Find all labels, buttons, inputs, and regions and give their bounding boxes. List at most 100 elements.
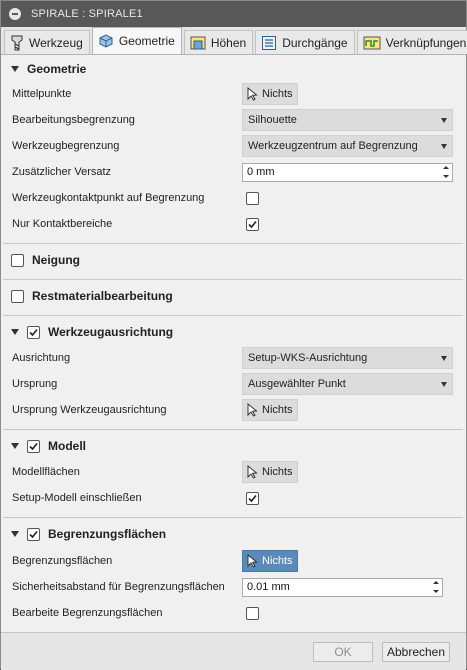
- section-geometrie-title: Geometrie: [27, 62, 87, 76]
- section-begrenzungsflaechen-title: Begrenzungsflächen: [48, 527, 167, 541]
- row-ausrichtung: Ausrichtung Setup-WKS-Ausrichtung: [1, 346, 466, 370]
- checkmark-icon: [29, 530, 38, 538]
- mittelpunkte-label: Mittelpunkte: [12, 88, 72, 100]
- checkmark-icon: [248, 220, 257, 228]
- sicherheitsabstand-value: 0.01 mm: [247, 581, 290, 593]
- separator: [3, 517, 463, 518]
- tab-werkzeug[interactable]: Werkzeug: [4, 30, 90, 54]
- neigung-checkbox[interactable]: [11, 253, 24, 267]
- kontaktpunkt-label: Werkzeugkontaktpunkt auf Begrenzung: [12, 192, 205, 204]
- dialog-footer: OK Abbrechen: [1, 632, 466, 670]
- row-bearbeite: Bearbeite Begrenzungsflächen: [1, 601, 466, 625]
- separator: [3, 243, 463, 244]
- row-kontaktpunkt: Werkzeugkontaktpunkt auf Begrenzung: [1, 186, 466, 210]
- section-geometrie[interactable]: Geometrie: [1, 57, 466, 81]
- tab-verknuepfungen[interactable]: Verknüpfungen: [356, 30, 467, 54]
- tab-durchgaenge-label: Durchgänge: [282, 35, 348, 50]
- row-begrenzungsflaechen: Begrenzungsflächen Nichts: [1, 549, 466, 573]
- checkmark-icon: [29, 442, 38, 450]
- bearbeite-checkbox[interactable]: [246, 606, 259, 620]
- dropdown-arrow-icon: [441, 382, 447, 387]
- begrenzungsflaechen-label: Begrenzungsflächen: [12, 555, 113, 567]
- werkzeugbegrenzung-value: Werkzeugzentrum auf Begrenzung: [248, 140, 418, 152]
- tab-durchgaenge[interactable]: Durchgänge: [255, 30, 355, 54]
- passes-icon: [262, 35, 277, 50]
- expand-triangle-icon[interactable]: [11, 531, 19, 537]
- window-title: SPIRALE : SPIRALE1: [31, 8, 143, 20]
- cancel-button[interactable]: Abbrechen: [382, 642, 450, 662]
- row-sicherheitsabstand: Sicherheitsabstand für Begrenzungsfläche…: [1, 575, 466, 599]
- kontaktpunkt-checkbox[interactable]: [246, 191, 259, 205]
- bearbeite-label: Bearbeite Begrenzungsflächen: [12, 607, 163, 619]
- tab-verknuepfungen-label: Verknüpfungen: [385, 35, 467, 50]
- sicherheitsabstand-field[interactable]: 0.01 mm: [242, 577, 443, 597]
- dialog-window: SPIRALE : SPIRALE1 Werkzeug Geometrie Hö…: [0, 0, 467, 670]
- separator: [3, 315, 463, 316]
- kontaktbereiche-checkbox[interactable]: [246, 217, 259, 231]
- ok-button[interactable]: OK: [313, 642, 373, 662]
- dropdown-arrow-icon: [441, 118, 447, 123]
- tab-geometrie[interactable]: Geometrie: [91, 27, 182, 54]
- begrenzungsflaechen-select-button[interactable]: Nichts: [242, 550, 298, 572]
- ursprung-ausrichtung-button-label: Nichts: [262, 404, 293, 416]
- bearbeitungsbegrenzung-dropdown[interactable]: Silhouette: [242, 109, 453, 131]
- spin-up-icon[interactable]: [443, 166, 449, 170]
- modellflaechen-label: Modellflächen: [12, 466, 80, 478]
- section-werkzeugausrichtung[interactable]: Werkzeugausrichtung: [1, 320, 466, 344]
- section-modell[interactable]: Modell: [1, 434, 466, 458]
- ausrichtung-dropdown[interactable]: Setup-WKS-Ausrichtung: [242, 347, 453, 369]
- ursprung-label: Ursprung: [12, 378, 58, 390]
- checkmark-icon: [29, 328, 38, 336]
- row-mittelpunkte: Mittelpunkte Nichts: [1, 82, 466, 106]
- spin-up-icon[interactable]: [433, 581, 439, 585]
- versatz-field[interactable]: 0 mm: [242, 162, 453, 182]
- cursor-arrow-icon: [247, 465, 258, 479]
- row-bearbeitungsbegrenzung: Bearbeitungsbegrenzung Silhouette: [1, 108, 466, 132]
- dropdown-arrow-icon: [441, 144, 447, 149]
- expand-triangle-icon[interactable]: [11, 66, 19, 72]
- tab-geometrie-label: Geometrie: [118, 34, 175, 48]
- mittelpunkte-select-button[interactable]: Nichts: [242, 83, 298, 105]
- modell-checkbox[interactable]: [27, 439, 40, 453]
- section-restmaterial[interactable]: Restmaterialbearbeitung: [1, 284, 466, 308]
- tool-icon: [11, 35, 23, 50]
- kontaktbereiche-label: Nur Kontaktbereiche: [12, 218, 113, 230]
- spinner[interactable]: [431, 579, 441, 596]
- ursprung-dropdown[interactable]: Ausgewählter Punkt: [242, 373, 453, 395]
- begrenzungsflaechen-button-label: Nichts: [262, 555, 293, 567]
- tab-bar: Werkzeug Geometrie Höhen Durchgänge Verk…: [1, 27, 467, 55]
- spin-down-icon[interactable]: [443, 174, 449, 178]
- row-versatz: Zusätzlicher Versatz 0 mm: [1, 160, 466, 184]
- begrenzungsflaechen-checkbox[interactable]: [27, 527, 40, 541]
- cursor-arrow-icon: [247, 87, 258, 101]
- section-begrenzungsflaechen[interactable]: Begrenzungsflächen: [1, 522, 466, 546]
- expand-triangle-icon[interactable]: [11, 443, 19, 449]
- row-ursprung: Ursprung Ausgewählter Punkt: [1, 372, 466, 396]
- title-bar[interactable]: SPIRALE : SPIRALE1: [1, 1, 466, 27]
- section-neigung-title: Neigung: [32, 253, 80, 267]
- collapse-icon[interactable]: [9, 8, 21, 20]
- werkzeugbegrenzung-label: Werkzeugbegrenzung: [12, 140, 120, 152]
- row-kontaktbereiche: Nur Kontaktbereiche: [1, 212, 466, 236]
- cursor-arrow-icon: [247, 554, 258, 568]
- bearbeitungsbegrenzung-label: Bearbeitungsbegrenzung: [12, 114, 135, 126]
- expand-triangle-icon[interactable]: [11, 329, 19, 335]
- checkmark-icon: [248, 494, 257, 502]
- tab-hoehen[interactable]: Höhen: [183, 30, 254, 54]
- spin-down-icon[interactable]: [433, 589, 439, 593]
- ursprung-ausrichtung-label: Ursprung Werkzeugausrichtung: [12, 404, 167, 416]
- tab-hoehen-label: Höhen: [210, 35, 247, 50]
- tab-content-geometrie: Geometrie Mittelpunkte Nichts Bearbeitun…: [1, 56, 466, 632]
- werkzeugausrichtung-checkbox[interactable]: [27, 325, 40, 339]
- row-modellflaechen: Modellflächen Nichts: [1, 460, 466, 484]
- setup-modell-checkbox[interactable]: [246, 491, 259, 505]
- restmaterial-checkbox[interactable]: [11, 289, 24, 303]
- modellflaechen-select-button[interactable]: Nichts: [242, 461, 298, 483]
- geometry-cube-icon: [99, 34, 113, 48]
- tab-werkzeug-label: Werkzeug: [29, 35, 83, 50]
- werkzeugbegrenzung-dropdown[interactable]: Werkzeugzentrum auf Begrenzung: [242, 135, 453, 157]
- ursprung-ausrichtung-select-button[interactable]: Nichts: [242, 399, 298, 421]
- spinner[interactable]: [441, 164, 451, 181]
- versatz-value: 0 mm: [247, 166, 275, 178]
- section-neigung[interactable]: Neigung: [1, 248, 466, 272]
